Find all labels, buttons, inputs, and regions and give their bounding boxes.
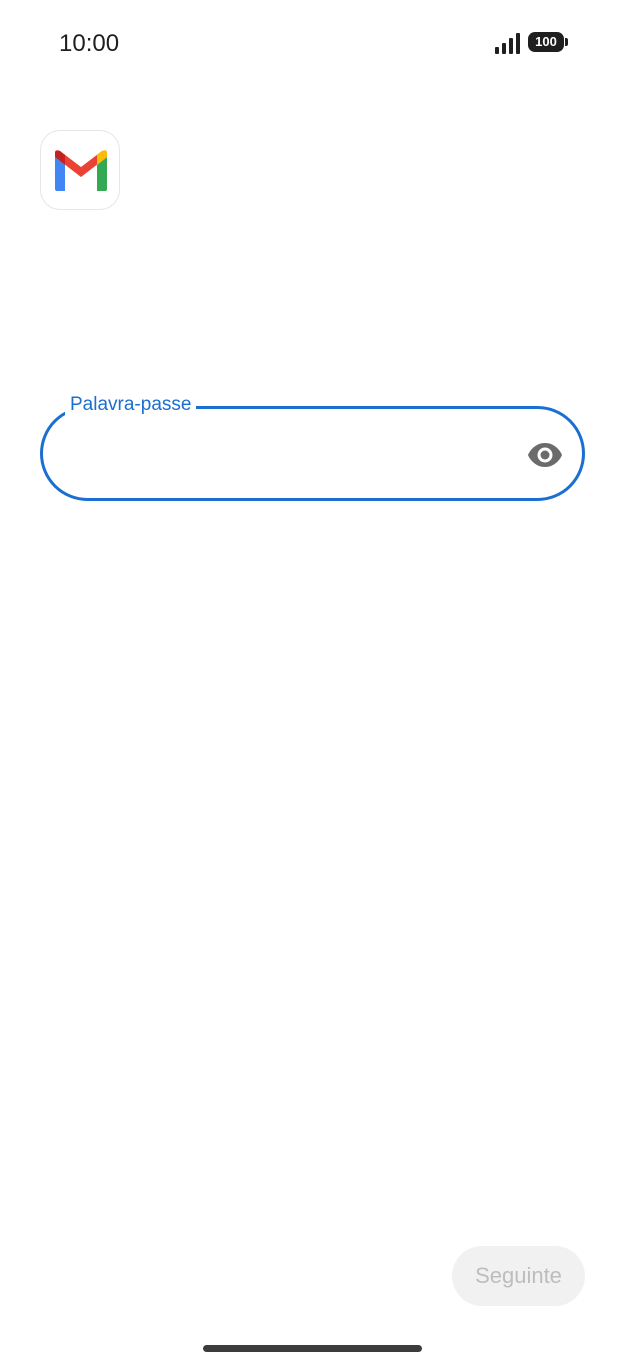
status-time: 10:00: [59, 30, 120, 57]
status-bar: 10:00 100: [0, 0, 625, 86]
password-input[interactable]: [67, 433, 511, 475]
next-button[interactable]: Seguinte: [452, 1246, 585, 1306]
signal-bars-icon: [494, 32, 522, 54]
home-indicator[interactable]: [203, 1345, 422, 1352]
gmail-logo-icon: [40, 130, 120, 210]
battery-level: 100: [528, 32, 564, 52]
eye-icon: [528, 443, 562, 467]
password-label: Palavra-passe: [65, 393, 197, 417]
battery-icon: 100: [528, 31, 570, 53]
show-password-button[interactable]: [521, 431, 569, 479]
password-field[interactable]: Palavra-passe: [40, 393, 585, 501]
